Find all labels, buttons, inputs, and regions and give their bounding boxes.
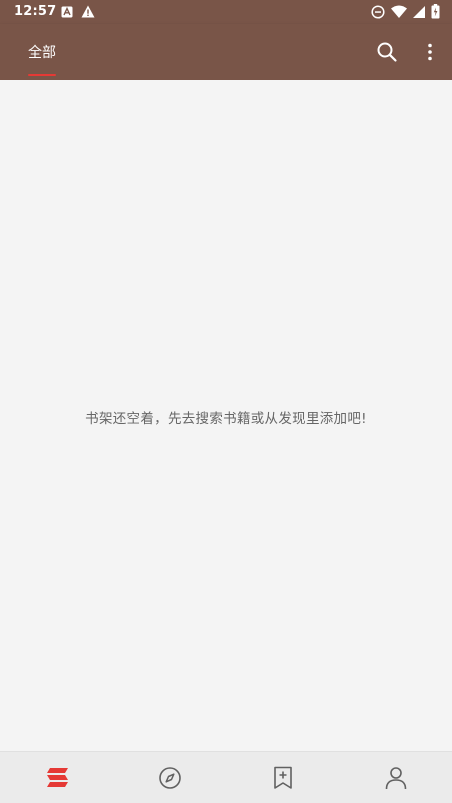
bottom-nav — [0, 751, 452, 803]
tab-indicator — [28, 74, 56, 76]
nav-item-discover[interactable] — [113, 752, 226, 803]
nav-item-bookmarks[interactable] — [226, 752, 339, 803]
nav-item-profile[interactable] — [339, 752, 452, 803]
do-not-disturb-icon — [371, 4, 385, 19]
compass-icon — [158, 766, 182, 790]
search-icon — [376, 41, 398, 63]
search-button[interactable] — [371, 36, 403, 68]
app-bar: 全部 — [0, 24, 452, 80]
more-vert-icon — [427, 43, 433, 61]
bookshelf-content: 书架还空着，先去搜索书籍或从发现里添加吧! — [0, 80, 452, 751]
warning-icon — [81, 5, 95, 18]
tab-all-label: 全部 — [28, 45, 56, 61]
nav-item-bookshelf[interactable] — [0, 752, 113, 803]
status-time: 12:57 — [14, 4, 57, 19]
more-options-button[interactable] — [414, 36, 446, 68]
tab-all[interactable]: 全部 — [20, 24, 64, 80]
wifi-icon — [391, 5, 407, 18]
status-bar: 12:57 — [0, 0, 452, 24]
bookshelf-icon — [45, 767, 69, 789]
battery-icon — [431, 4, 440, 19]
empty-shelf-message: 书架还空着，先去搜索书籍或从发现里添加吧! — [85, 411, 367, 427]
person-icon — [385, 766, 407, 790]
bookmark-add-icon — [272, 766, 294, 790]
app-notification-icon — [61, 6, 73, 18]
signal-icon — [413, 5, 425, 18]
